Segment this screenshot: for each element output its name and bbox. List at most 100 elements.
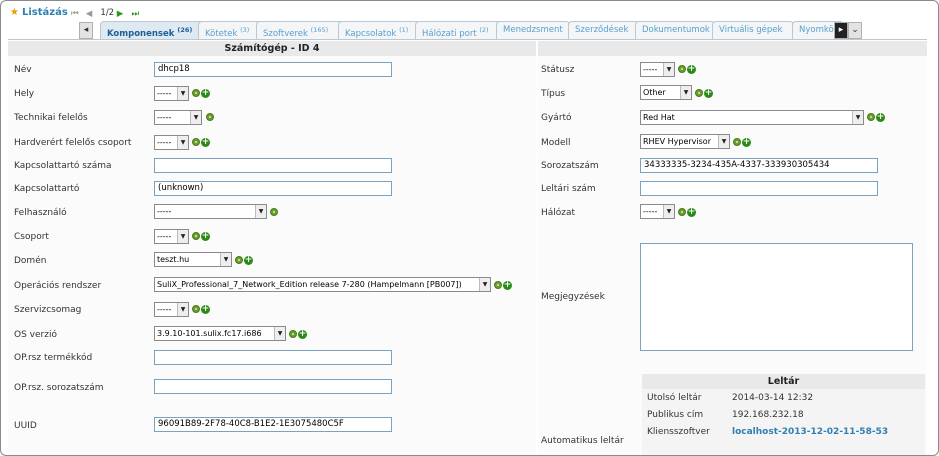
search-icon[interactable] bbox=[695, 89, 703, 97]
gyarto-select[interactable]: Red Hat ▼ bbox=[640, 110, 864, 125]
add-icon[interactable]: + bbox=[201, 138, 210, 147]
op-sorozatszam-input[interactable] bbox=[154, 379, 392, 394]
column-divider bbox=[536, 41, 538, 455]
chevron-down-icon: ▼ bbox=[274, 327, 285, 340]
modell-label: Modell bbox=[541, 138, 571, 148]
os-verzio-label: OS verzió bbox=[14, 330, 57, 340]
search-icon[interactable] bbox=[289, 330, 297, 338]
add-icon[interactable]: + bbox=[704, 89, 713, 98]
tech-felelos-label: Technikai felelős bbox=[14, 113, 88, 123]
kliensszoftver-link[interactable]: localhost-2013-12-02-11-58-53 bbox=[732, 427, 888, 437]
tech-felelos-select[interactable]: ----- ▼ bbox=[154, 110, 202, 125]
leltar-key-utolso: Utolsó leltár bbox=[647, 393, 702, 403]
sorozatszam-input[interactable]: 34333335-3234-435A-4337-333930305434 bbox=[640, 158, 878, 173]
next-page-icon[interactable]: ▶ bbox=[117, 9, 127, 19]
tab-komponensek[interactable]: Komponensek (26) bbox=[100, 21, 206, 39]
chevron-down-icon: ▼ bbox=[177, 230, 188, 243]
tab-kapcsolatok[interactable]: Kapcsolatok (1) bbox=[338, 21, 420, 39]
tab-menedzsment[interactable]: Menedzsment bbox=[496, 21, 570, 39]
search-icon[interactable] bbox=[678, 208, 686, 216]
chevron-down-icon: ▼ bbox=[177, 87, 188, 100]
add-icon[interactable]: + bbox=[876, 113, 885, 122]
tab-szerzodesek[interactable]: Szerződések bbox=[568, 21, 640, 39]
tab-virtualis-gepek[interactable]: Virtuális gépek bbox=[712, 21, 794, 39]
op-sorozatszam-label: OP.rsz. sorozatszám bbox=[14, 383, 104, 393]
add-icon[interactable]: + bbox=[687, 208, 696, 217]
kapcsolattarto-label: Kapcsolattartó bbox=[14, 184, 80, 194]
csoport-select[interactable]: ----- ▼ bbox=[154, 229, 189, 244]
kapcsolattarto-input[interactable]: (unknown) bbox=[154, 181, 392, 196]
add-icon[interactable]: + bbox=[298, 330, 307, 339]
kapcsolattarto-szama-input[interactable] bbox=[154, 158, 392, 173]
chevron-down-icon: ▼ bbox=[852, 111, 863, 124]
leltari-szam-input[interactable] bbox=[640, 181, 878, 196]
last-page-icon[interactable]: ⏭ bbox=[132, 9, 142, 19]
uuid-input[interactable]: 96091B89-2F78-40C8-B1E2-1E3075480C5F bbox=[154, 417, 392, 432]
modell-actions: + bbox=[733, 138, 751, 148]
listazas-link[interactable]: ★ Listázás bbox=[10, 7, 68, 18]
felhasznalo-actions bbox=[270, 208, 279, 218]
domen-select[interactable]: teszt.hu ▼ bbox=[154, 252, 232, 267]
szervizcsomag-actions: + bbox=[192, 305, 210, 315]
search-icon[interactable] bbox=[192, 232, 200, 240]
csoport-actions: + bbox=[192, 232, 210, 242]
tipus-select[interactable]: Other ▼ bbox=[640, 85, 692, 100]
tab-kotetek[interactable]: Kötetek (3) bbox=[198, 21, 262, 39]
op-termekkod-input[interactable] bbox=[154, 350, 392, 365]
os-verzio-select[interactable]: 3.9.10-101.sulix.fc17.i686 ▼ bbox=[154, 326, 286, 341]
tab-list-expand-icon[interactable]: ⌄ bbox=[848, 22, 862, 39]
domen-actions: + bbox=[235, 256, 253, 266]
add-icon[interactable]: + bbox=[742, 138, 751, 147]
statusz-select[interactable]: ----- ▼ bbox=[640, 62, 675, 77]
search-icon[interactable] bbox=[192, 305, 200, 313]
leltar-title: Leltár bbox=[642, 374, 925, 389]
tipus-actions: + bbox=[695, 89, 713, 99]
tab-szoftverek[interactable]: Szoftverek (165) bbox=[256, 21, 344, 39]
chevron-down-icon: ▼ bbox=[680, 86, 691, 99]
halozat-select[interactable]: ----- ▼ bbox=[640, 204, 675, 219]
add-icon[interactable]: + bbox=[687, 65, 696, 74]
leltar-key-publikus-cim: Publikus cím bbox=[647, 410, 704, 420]
megjegyzesek-textarea[interactable] bbox=[640, 243, 913, 351]
chevron-down-icon: ▼ bbox=[177, 303, 188, 316]
os-verzio-actions: + bbox=[289, 330, 307, 340]
search-icon[interactable] bbox=[192, 89, 200, 97]
gyarto-label: Gyártó bbox=[541, 113, 572, 123]
hely-actions: + bbox=[192, 89, 210, 99]
search-icon[interactable] bbox=[494, 281, 502, 289]
hw-felelos-csoport-actions: + bbox=[192, 138, 210, 148]
tab-dokumentumok[interactable]: Dokumentumok bbox=[635, 21, 715, 39]
nev-input[interactable]: dhcp18 bbox=[154, 62, 392, 77]
os-select[interactable]: SuliX_Professional_7_Network_Edition rel… bbox=[154, 277, 491, 292]
add-icon[interactable]: + bbox=[244, 256, 253, 265]
domen-label: Domén bbox=[14, 256, 47, 266]
tab-scroll-left-icon[interactable]: ◂ bbox=[79, 22, 93, 39]
kapcsolattarto-szama-label: Kapcsolattartó száma bbox=[14, 161, 112, 171]
add-icon[interactable]: + bbox=[503, 281, 512, 290]
chevron-down-icon: ▼ bbox=[663, 205, 674, 218]
tab-halozati-port[interactable]: Hálózati port (2) bbox=[415, 21, 503, 39]
hely-select[interactable]: ----- ▼ bbox=[154, 86, 189, 101]
search-icon[interactable] bbox=[206, 113, 214, 121]
modell-select[interactable]: RHEV Hypervisor ▼ bbox=[640, 134, 730, 149]
search-icon[interactable] bbox=[867, 113, 875, 121]
felhasznalo-label: Felhasználó bbox=[14, 208, 67, 218]
search-icon[interactable] bbox=[270, 208, 278, 216]
previous-page-icon[interactable]: ◀ bbox=[86, 9, 96, 19]
add-icon[interactable]: + bbox=[201, 305, 210, 314]
add-icon[interactable]: + bbox=[201, 232, 210, 241]
tab-bar: ◂ Komponensek (26) Kötetek (3) Szoftvere… bbox=[79, 21, 862, 40]
szervizcsomag-select[interactable]: ----- ▼ bbox=[154, 302, 189, 317]
search-icon[interactable] bbox=[235, 256, 243, 264]
felhasznalo-select[interactable]: ----- ▼ bbox=[154, 204, 267, 219]
search-icon[interactable] bbox=[192, 138, 200, 146]
hw-felelos-csoport-select[interactable]: ----- ▼ bbox=[154, 135, 189, 150]
first-page-icon[interactable]: ⏮ bbox=[71, 9, 81, 19]
window-frame: ★ Listázás ⏮ ◀ 1/2 ▶ ⏭ ◂ Komponensek (26)… bbox=[0, 0, 939, 456]
halozat-label: Hálózat bbox=[541, 208, 576, 218]
search-icon[interactable] bbox=[733, 138, 741, 146]
nev-label: Név bbox=[14, 65, 32, 75]
search-icon[interactable] bbox=[678, 65, 686, 73]
tab-scroll-right-icon[interactable]: ▸ bbox=[834, 22, 848, 39]
add-icon[interactable]: + bbox=[201, 89, 210, 98]
